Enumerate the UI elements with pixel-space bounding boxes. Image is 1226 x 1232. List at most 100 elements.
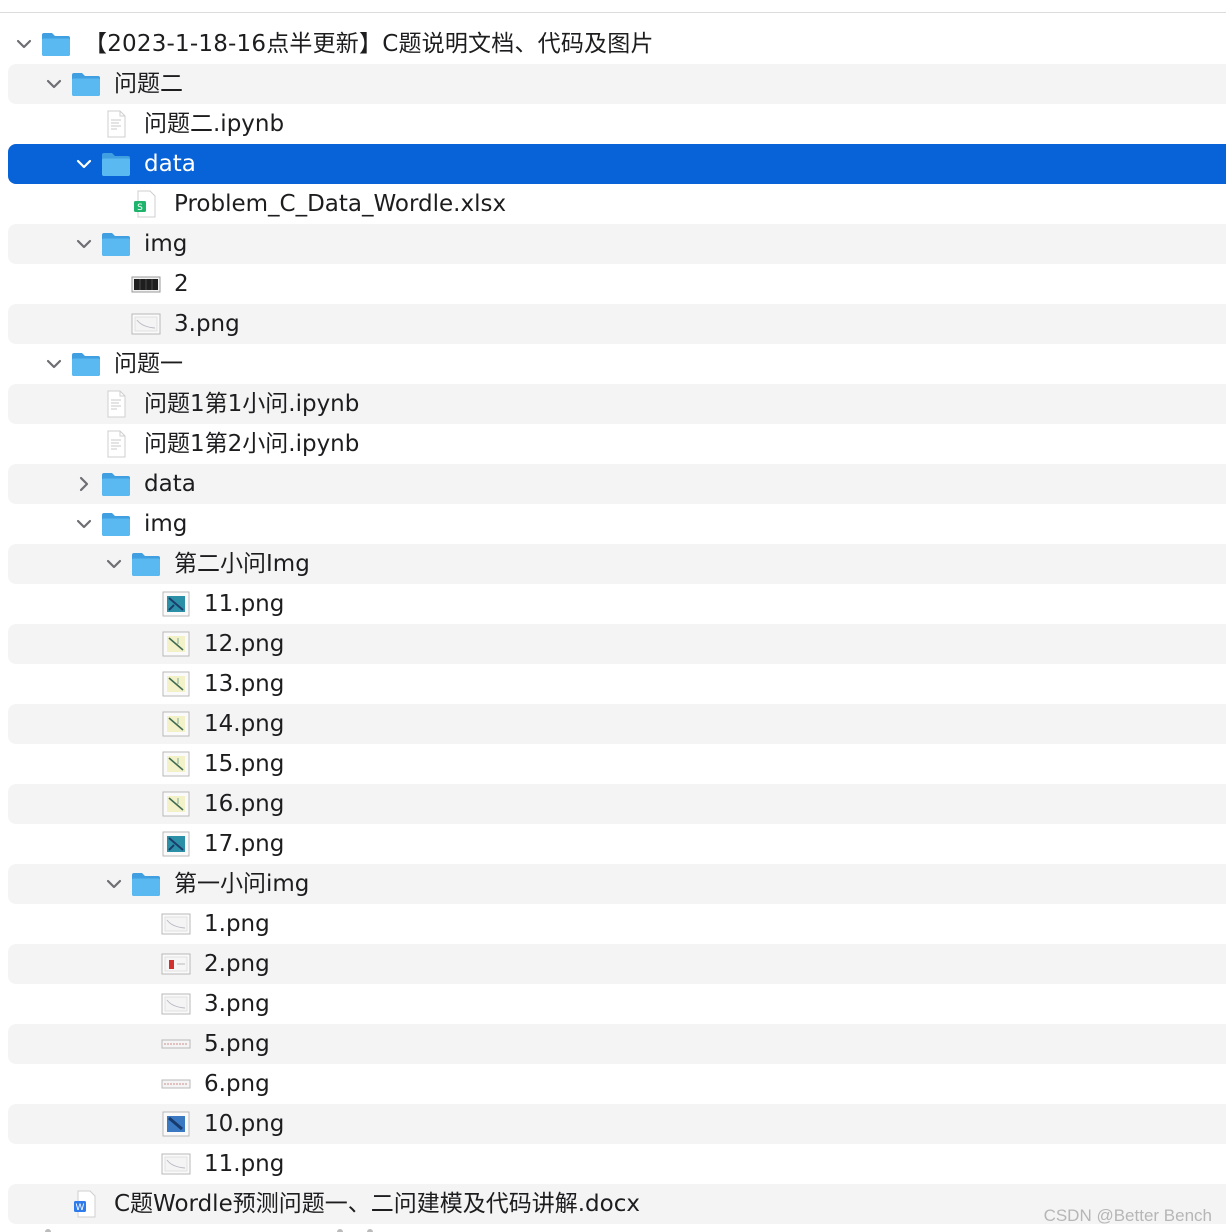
image-thumbnail-icon xyxy=(160,1150,192,1178)
tree-row-label: 问题二 xyxy=(114,71,183,97)
tree-row-label: 15.png xyxy=(204,751,285,777)
tree-row-label: 问题1第1小问.ipynb xyxy=(144,391,360,417)
folder-icon xyxy=(130,550,162,578)
chevron-down-icon[interactable] xyxy=(76,156,92,172)
image-thumbnail-icon xyxy=(160,1110,192,1138)
tree-row-file[interactable]: 3.png xyxy=(8,984,1226,1024)
image-thumbnail-icon xyxy=(160,910,192,938)
tree-row-label: Problem_C_Data_Wordle.xlsx xyxy=(174,191,507,217)
image-thumbnail-icon xyxy=(160,750,192,778)
tree-row-label: 11.png xyxy=(204,591,285,617)
chevron-right-icon[interactable] xyxy=(76,476,92,492)
image-thumbnail-icon xyxy=(160,1030,192,1058)
tree-row-label: 10.png xyxy=(204,1111,285,1137)
folder-icon xyxy=(100,470,132,498)
tree-row-label: 2 xyxy=(174,271,189,297)
chevron-down-icon[interactable] xyxy=(16,36,32,52)
tree-row-folder[interactable]: img xyxy=(8,224,1226,264)
chevron-down-icon[interactable] xyxy=(106,876,122,892)
image-thumbnail-icon xyxy=(160,710,192,738)
tree-row-label: data xyxy=(144,471,196,497)
tree-row-label: 3.png xyxy=(174,311,240,337)
tree-row-file[interactable]: 3.png xyxy=(8,304,1226,344)
tree-row-file[interactable]: 2.png xyxy=(8,944,1226,984)
tree-row-label: 3.png xyxy=(204,991,270,1017)
tree-row-file[interactable]: 15.png xyxy=(8,744,1226,784)
top-divider xyxy=(0,12,1226,13)
image-thumbnail-icon xyxy=(160,950,192,978)
tree-row-label: 问题1第2小问.ipynb xyxy=(144,431,360,457)
tree-row-label: 问题一 xyxy=(114,351,183,377)
chevron-down-icon[interactable] xyxy=(106,556,122,572)
tree-row-label: 2.png xyxy=(204,951,270,977)
tree-row-file[interactable]: 11.png xyxy=(8,584,1226,624)
tree-row-file[interactable]: 5.png xyxy=(8,1024,1226,1064)
spreadsheet-icon: S xyxy=(130,190,162,218)
tree-row-label: 5.png xyxy=(204,1031,270,1057)
tree-row-file[interactable]: 问题二.ipynb xyxy=(8,104,1226,144)
folder-icon xyxy=(100,230,132,258)
tree-row-label: 13.png xyxy=(204,671,285,697)
folder-icon xyxy=(70,350,102,378)
tree-row-label: data xyxy=(144,151,196,177)
chevron-down-icon[interactable] xyxy=(46,356,62,372)
chevron-down-icon[interactable] xyxy=(76,236,92,252)
tree-row-label: 第二小问Img xyxy=(174,551,310,577)
tree-row-folder[interactable]: 问题一 xyxy=(8,344,1226,384)
tree-row-label: 问题二.ipynb xyxy=(144,111,285,137)
folder-icon xyxy=(100,150,132,178)
tree-row-file[interactable]: 16.png xyxy=(8,784,1226,824)
tree-row-file[interactable]: S Problem_C_Data_Wordle.xlsx xyxy=(8,184,1226,224)
tree-row-label: 17.png xyxy=(204,831,285,857)
tree-row-file[interactable]: 11.png xyxy=(8,1144,1226,1184)
watermark: CSDN @Better Bench xyxy=(1043,1206,1212,1225)
tree-row-folder[interactable]: img xyxy=(8,504,1226,544)
svg-text:W: W xyxy=(76,1203,85,1213)
folder-icon xyxy=(70,70,102,98)
tree-row-file[interactable]: 14.png xyxy=(8,704,1226,744)
tree-row-folder[interactable]: data xyxy=(8,144,1226,184)
tree-row-label: 12.png xyxy=(204,631,285,657)
tree-row-file[interactable]: 10.png xyxy=(8,1104,1226,1144)
image-thumbnail-icon xyxy=(160,830,192,858)
tree-row-file[interactable]: 问题1第1小问.ipynb xyxy=(8,384,1226,424)
bottom-edge-fragment xyxy=(45,1229,373,1232)
image-thumbnail-icon xyxy=(160,990,192,1018)
folder-icon xyxy=(40,30,72,58)
image-thumbnail-icon xyxy=(160,670,192,698)
tree-row-file[interactable]: 1.png xyxy=(8,904,1226,944)
chevron-down-icon[interactable] xyxy=(76,516,92,532)
image-thumbnail-icon xyxy=(130,310,162,338)
folder-icon xyxy=(130,870,162,898)
document-icon xyxy=(100,110,132,138)
tree-row-file[interactable]: 12.png xyxy=(8,624,1226,664)
tree-row-label: 【2023-1-18-16点半更新】C题说明文档、代码及图片 xyxy=(84,31,654,57)
image-thumbnail-icon xyxy=(160,630,192,658)
tree-row-folder[interactable]: 第一小问img xyxy=(8,864,1226,904)
folder-icon xyxy=(100,510,132,538)
tree-row-label: 11.png xyxy=(204,1151,285,1177)
tree-row-file[interactable]: 6.png xyxy=(8,1064,1226,1104)
tree-row-label: 6.png xyxy=(204,1071,270,1097)
image-thumbnail-icon xyxy=(160,790,192,818)
tree-row-label: C题Wordle预测问题一、二问建模及代码讲解.docx xyxy=(114,1191,640,1217)
svg-text:S: S xyxy=(137,203,143,213)
tree-row-folder[interactable]: 问题二 xyxy=(8,64,1226,104)
tree-row-folder[interactable]: 第二小问Img xyxy=(8,544,1226,584)
tree-row-label: 16.png xyxy=(204,791,285,817)
chevron-down-icon[interactable] xyxy=(46,76,62,92)
tree-row-file[interactable]: 17.png xyxy=(8,824,1226,864)
word-document-icon: W xyxy=(70,1190,102,1218)
tree-row-folder[interactable]: 【2023-1-18-16点半更新】C题说明文档、代码及图片 xyxy=(8,24,1226,64)
document-icon xyxy=(100,390,132,418)
tree-row-file[interactable]: 13.png xyxy=(8,664,1226,704)
image-thumbnail-icon xyxy=(160,590,192,618)
tree-row-file[interactable]: 2 xyxy=(8,264,1226,304)
tree-row-label: 1.png xyxy=(204,911,270,937)
tree-row-folder[interactable]: data xyxy=(8,464,1226,504)
image-thumbnail-icon xyxy=(130,270,162,298)
tree-row-label: 14.png xyxy=(204,711,285,737)
image-thumbnail-icon xyxy=(160,1070,192,1098)
tree-row-file[interactable]: 问题1第2小问.ipynb xyxy=(8,424,1226,464)
document-icon xyxy=(100,430,132,458)
